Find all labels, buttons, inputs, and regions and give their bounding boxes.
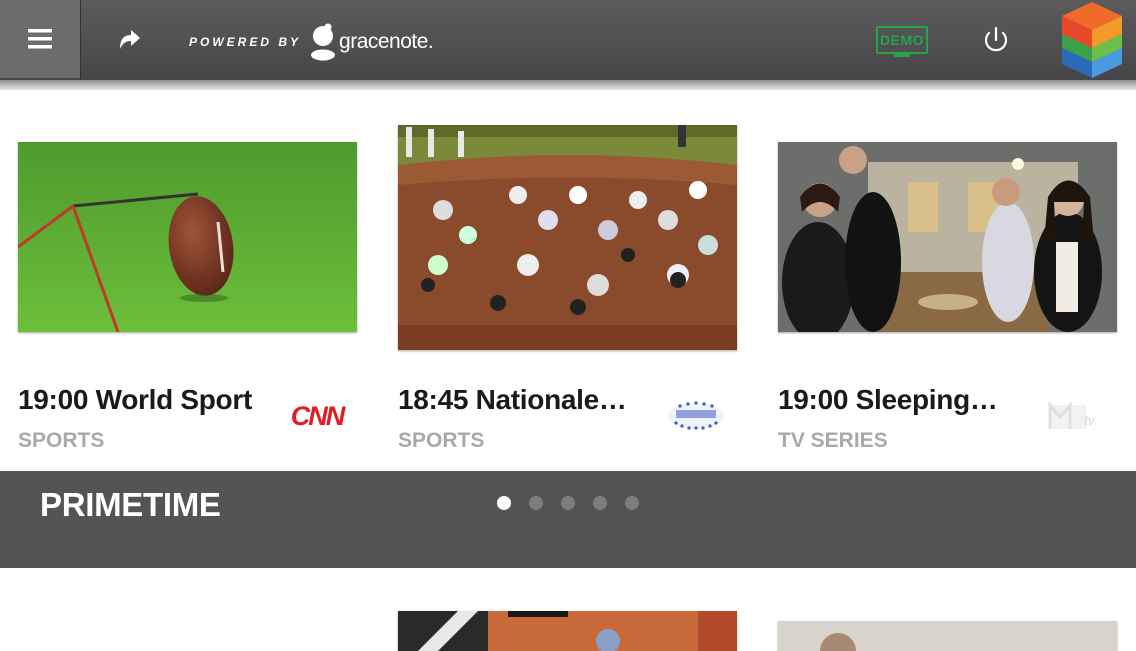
program-thumbnail-2[interactable] (398, 125, 737, 350)
top-bar (0, 0, 1136, 80)
people-in-room-image (778, 142, 1117, 332)
program-title: 19:00 Sleeping… (778, 384, 998, 415)
mtv-logo-icon: tv (1048, 400, 1096, 429)
program-thumbnail-5[interactable] (778, 621, 1117, 651)
page-dot-4[interactable] (593, 496, 607, 510)
gracenote-logo: gracenote. (309, 22, 434, 62)
demo-badge[interactable]: DEMO (874, 22, 930, 62)
gracenote-wordmark: gracenote. (339, 30, 434, 53)
demo-monitor-stand (894, 54, 910, 57)
menu-button[interactable] (0, 0, 81, 78)
channel-logo-cnn: CNN (284, 398, 350, 434)
cnn-logo-text: CNN (290, 400, 345, 431)
program-genre: SPORTS (18, 429, 105, 452)
page-dot-2[interactable] (529, 496, 543, 510)
program-genre: TV SERIES (778, 429, 888, 452)
program-genre: SPORTS (398, 429, 485, 452)
program-thumbnail-3[interactable] (778, 142, 1117, 332)
eurosport-logo-icon (668, 401, 724, 430)
powered-by-gracenote: POWERED BY gracenote. (189, 22, 434, 62)
program-thumbnail-1[interactable] (18, 142, 357, 332)
svg-text:tv: tv (1084, 412, 1096, 428)
football-kicking-tee-image (18, 142, 357, 332)
powered-by-label: POWERED BY (189, 35, 302, 49)
refresh-button[interactable] (108, 0, 148, 80)
top-bar-shadow (0, 80, 1136, 90)
power-icon (984, 26, 1008, 52)
partial-program-image (778, 621, 1117, 651)
page-indicator[interactable] (497, 496, 639, 510)
page-dot-5[interactable] (625, 496, 639, 510)
gracenote-icon (311, 23, 336, 61)
page-dot-1[interactable] (497, 496, 511, 510)
program-title: 18:45 Nationale… (398, 384, 627, 415)
channel-logo-eurosport (664, 398, 728, 434)
demo-label: DEMO (876, 26, 928, 54)
partial-program-image (398, 611, 737, 651)
power-button[interactable] (978, 22, 1014, 60)
section-title: PRIMETIME (40, 486, 221, 523)
refresh-icon (120, 30, 140, 49)
cube-logo-icon (1062, 2, 1122, 78)
motocross-race-image (398, 125, 737, 350)
channel-logo-mtv: tv (1044, 398, 1112, 434)
program-title: 19:00 World Sport (18, 384, 252, 415)
page-dot-3[interactable] (561, 496, 575, 510)
app-logo[interactable] (1058, 0, 1126, 80)
program-thumbnail-4[interactable] (398, 611, 737, 651)
hamburger-menu-icon (28, 29, 52, 49)
